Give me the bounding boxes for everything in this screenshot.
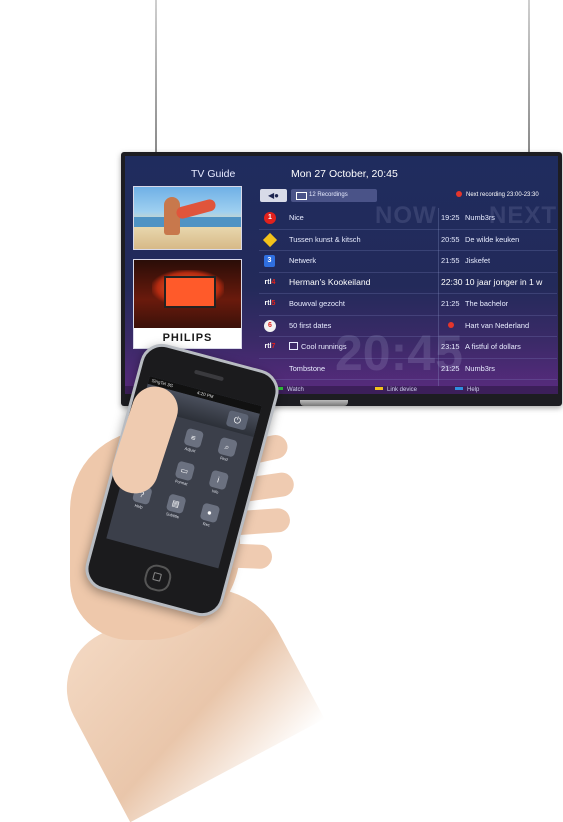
preview-thumbnail-beach[interactable] [133,186,242,250]
channel-logo: 6 [264,319,276,332]
next-start-time: 21:25 [441,299,460,308]
channel-row[interactable]: 1 Nice 19:25 Numb3rs [259,208,557,230]
eye-icon: ◀● [268,191,279,200]
now-program: Bouwval gezocht [289,299,345,308]
next-program: Hart van Nederland [465,320,530,330]
next-start-time: 19:25 [441,213,460,222]
now-program: Tombstone [289,363,326,373]
next-start-time: 21:25 [441,363,460,373]
hanging-wire-right [528,0,530,152]
next-program: The bachelor [465,299,509,308]
next-program: Numb3rs [465,213,495,222]
channel-row[interactable]: 6 50 first dates Hart van Nederland [259,316,557,337]
channel-row[interactable]: 3 Netwerk 21:55 Jiskefet [259,251,557,273]
channel-logo [262,232,278,247]
next-recording-indicator: Next recording 23:00-23:30 [456,189,539,202]
remote-info-button[interactable]: i Info [201,468,233,500]
smartphone: SingTel 3G 4:20 PM ⌂ ⏻ ⇥Sources≡Adjust⌕F… [80,338,284,622]
next-program: A fistful of dollars [465,342,521,351]
preview-thumbnail-philips[interactable]: PHILIPS [133,259,242,349]
channel-logo: 1 [264,212,276,224]
channel-row[interactable]: Tombstone 21:25 Numb3rs [259,359,557,380]
next-program: 10 jaar jonger in 1 w [465,276,543,287]
hint-label: Link device [387,387,418,393]
now-program: Cool runnings [301,342,347,351]
recordings-label: 12 Recordings [309,192,348,198]
phone-speaker [193,369,224,382]
remote-format-button[interactable]: ▭ Format [167,459,199,491]
hint-watch[interactable]: Watch [275,386,304,394]
color-key-icon [455,387,463,390]
remote-rec-button[interactable]: ● Rec [192,501,224,533]
phone-home-button[interactable] [141,562,174,594]
channel-logo: rtl4 [264,278,276,286]
hint-help[interactable]: Help [455,386,479,394]
next-start-time: 22:30 [441,276,463,287]
channel-row[interactable]: rtl7 Cool runnings 23:15 A fistful of dolla… [259,337,557,359]
now-program: Netwerk [289,256,317,265]
now-program: Tussen kunst & kitsch [289,234,361,244]
next-program: Jiskefet [465,256,491,265]
channel-logo: rtl5 [264,300,276,307]
next-program: Numb3rs [465,363,495,373]
view-toggle-button[interactable]: ◀● [260,189,287,202]
hint-label: Watch [287,387,304,393]
remote-subtitle-button[interactable]: ▤ Subtitle [159,492,191,524]
recordings-icon [296,192,307,200]
hint-label: Help [467,387,480,393]
remote-adjust-button[interactable]: ≡ Adjust [176,426,208,458]
recordings-button[interactable]: 12 Recordings [291,189,377,202]
power-icon: ⏻ [232,414,243,427]
power-button[interactable]: ⏻ [225,409,250,431]
next-start-time: 21:55 [441,256,460,265]
recording-bar: ◀● 12 Recordings Next recording 23:00-23… [260,189,552,203]
channel-logo: 3 [264,255,275,267]
remote-find-button[interactable]: ⌕ Find [210,435,242,467]
now-program: Nice [289,213,304,222]
next-start-time: 20:55 [441,234,460,244]
channel-row[interactable]: Tussen kunst & kitsch 20:55 De wilde keuke… [259,230,557,251]
recording-box-icon [289,342,298,350]
current-datetime: Mon 27 October, 20:45 [291,168,398,180]
now-program: 50 first dates [289,320,332,330]
next-start-time: 23:15 [441,342,460,351]
hint-link-device[interactable]: Link device [375,386,417,394]
next-recording-text: Next recording 23:00-23:30 [466,192,539,198]
hanging-wire-left [155,0,157,152]
guide-title: TV Guide [191,168,236,180]
philips-logo: PHILIPS [134,328,241,348]
color-key-icon [375,387,383,390]
now-program: Herman's Kookeiland [289,276,371,287]
channel-row[interactable]: rtl5 Bouwval gezocht 21:25 The bachelor [259,294,557,316]
tv-stand [300,400,348,406]
channel-row[interactable]: rtl4 Herman's Kookeiland 22:30 10 jaar jong… [259,273,557,294]
record-dot-icon [448,321,454,328]
record-dot-icon [456,191,462,197]
channel-list: 1 Nice 19:25 Numb3rs Tussen kunst & kitsch 20… [259,208,557,394]
channel-logo: rtl7 [264,343,276,350]
next-program: De wilde keuken [465,234,520,244]
